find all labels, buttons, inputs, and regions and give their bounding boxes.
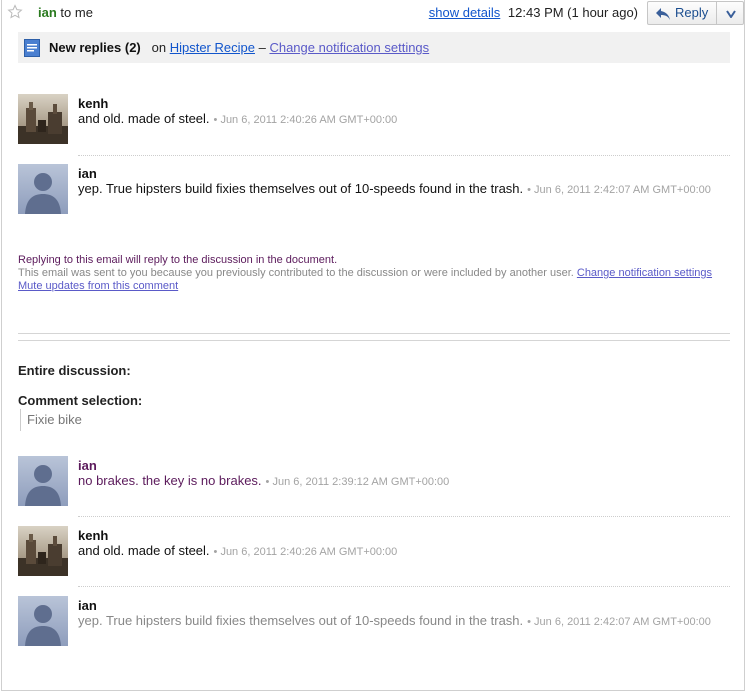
comment-author: ian	[78, 598, 97, 613]
comment-body: yep. True hipsters build fixies themselv…	[78, 613, 524, 628]
reply-arrow-icon	[656, 8, 670, 20]
comment-author: ian	[78, 458, 97, 473]
comment-text: no brakes. the key is no brakes. • Jun 6,…	[78, 473, 449, 488]
reply-comment: kenh and old. made of steel. • Jun 6, 201…	[18, 94, 730, 146]
comment-body: and old. made of steel.	[78, 543, 210, 558]
comment-author: kenh	[78, 528, 109, 543]
message-time: 12:43 PM (1 hour ago)	[507, 5, 638, 20]
comment-timestamp: • Jun 6, 2011 2:39:12 AM GMT+00:00	[265, 476, 450, 488]
discussion-comment: ian no brakes. the key is no brakes. • Ju…	[18, 456, 730, 508]
star-icon[interactable]	[7, 4, 23, 20]
reply-comment: ian yep. True hipsters build fixies them…	[18, 164, 730, 216]
reply-info-text: Replying to this email will reply to the…	[18, 254, 338, 266]
recipient-text: to me	[60, 5, 93, 20]
notification-banner: New replies (2) on Hipster Recipe – Chan…	[18, 32, 730, 63]
footer-change-settings-link[interactable]: Change notification settings	[577, 267, 712, 279]
comment-body: yep. True hipsters build fixies themselv…	[78, 181, 524, 196]
section-divider	[18, 333, 730, 334]
chevron-down-icon	[726, 10, 736, 18]
reply-button[interactable]: Reply	[647, 1, 717, 25]
comment-selection-label: Comment selection:	[18, 393, 143, 408]
avatar-silhouette	[18, 456, 68, 506]
comment-author: ian	[78, 166, 97, 181]
mute-updates-link[interactable]: Mute updates from this comment	[18, 280, 178, 292]
comment-body: and old. made of steel.	[78, 111, 210, 126]
avatar-photo	[18, 526, 68, 576]
email-footer: Replying to this email will reply to the…	[18, 254, 712, 293]
comment-body: no brakes. the key is no brakes.	[78, 473, 262, 488]
document-link[interactable]: Hipster Recipe	[170, 40, 255, 55]
comment-timestamp: • Jun 6, 2011 2:42:07 AM GMT+00:00	[527, 616, 711, 628]
on-text: on	[151, 40, 167, 55]
comment-text: and old. made of steel. • Jun 6, 2011 2:4…	[78, 543, 397, 558]
comment-timestamp: • Jun 6, 2011 2:42:07 AM GMT+00:00	[527, 184, 711, 196]
sent-reason-text: This email was sent to you because you p…	[18, 267, 574, 279]
reply-label: Reply	[675, 5, 709, 20]
comment-text: yep. True hipsters build fixies themselv…	[78, 181, 711, 196]
more-options-button[interactable]	[716, 1, 744, 25]
avatar-silhouette	[18, 596, 68, 646]
comment-divider	[78, 155, 730, 156]
sent-reason-line: This email was sent to you because you p…	[18, 267, 712, 280]
comment-author: kenh	[78, 96, 109, 111]
comment-divider	[78, 516, 730, 517]
header-meta: show details 12:43 PM (1 hour ago)	[429, 5, 638, 20]
comment-timestamp: • Jun 6, 2011 2:40:26 AM GMT+00:00	[213, 546, 398, 558]
change-notification-settings-link[interactable]: Change notification settings	[269, 40, 429, 55]
show-details-link[interactable]: show details	[429, 5, 501, 20]
discussion-comment: ian yep. True hipsters build fixies them…	[18, 596, 730, 648]
document-icon	[24, 39, 40, 57]
message-header: ian to me show details 12:43 PM (1 hour …	[0, 0, 748, 28]
dash: –	[258, 40, 266, 55]
section-divider	[18, 340, 730, 341]
sender-line: ian to me	[38, 5, 93, 20]
comment-divider	[78, 586, 730, 587]
comment-timestamp: • Jun 6, 2011 2:40:26 AM GMT+00:00	[213, 114, 398, 126]
discussion-comment: kenh and old. made of steel. • Jun 6, 201…	[18, 526, 730, 578]
comment-text: and old. made of steel. • Jun 6, 2011 2:4…	[78, 111, 397, 126]
avatar-photo	[18, 94, 68, 144]
sender-name[interactable]: ian	[38, 5, 57, 20]
avatar-silhouette	[18, 164, 68, 214]
entire-discussion-title: Entire discussion:	[18, 363, 131, 378]
comment-selection-quote: Fixie bike	[20, 409, 82, 431]
banner-text: New replies (2) on Hipster Recipe – Chan…	[49, 40, 429, 55]
new-replies-title: New replies (2)	[49, 40, 141, 55]
comment-text: yep. True hipsters build fixies themselv…	[78, 613, 711, 628]
